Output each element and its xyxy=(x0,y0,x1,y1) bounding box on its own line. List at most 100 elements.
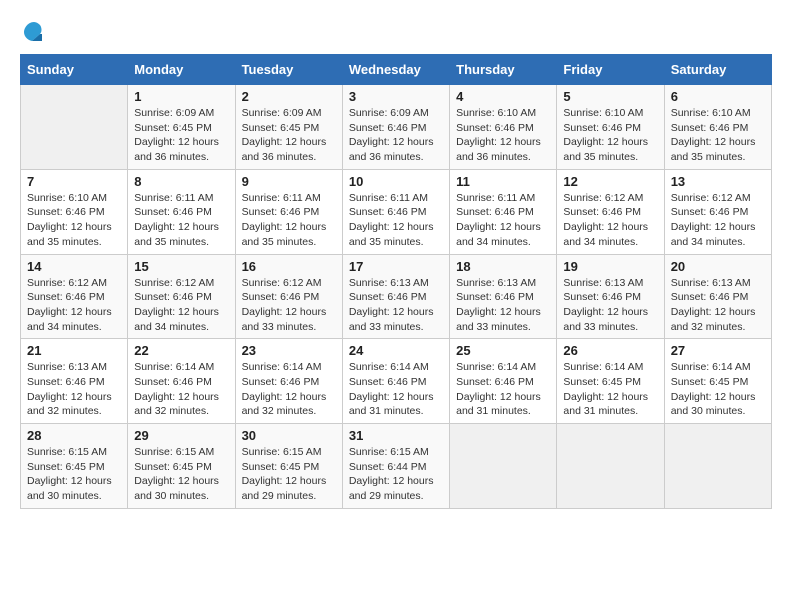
day-info: Sunrise: 6:15 AM Sunset: 6:45 PM Dayligh… xyxy=(27,445,121,504)
calendar-cell: 3 Sunrise: 6:09 AM Sunset: 6:46 PM Daylig… xyxy=(342,85,449,170)
calendar-cell: 11 Sunrise: 6:11 AM Sunset: 6:46 PM Dayli… xyxy=(450,169,557,254)
calendar-cell: 31 Sunrise: 6:15 AM Sunset: 6:44 PM Dayli… xyxy=(342,424,449,509)
day-info: Sunrise: 6:14 AM Sunset: 6:46 PM Dayligh… xyxy=(134,360,228,419)
day-info: Sunrise: 6:13 AM Sunset: 6:46 PM Dayligh… xyxy=(349,276,443,335)
day-info: Sunrise: 6:12 AM Sunset: 6:46 PM Dayligh… xyxy=(671,191,765,250)
calendar-cell: 20 Sunrise: 6:13 AM Sunset: 6:46 PM Dayli… xyxy=(664,254,771,339)
day-header-friday: Friday xyxy=(557,55,664,85)
calendar-cell: 9 Sunrise: 6:11 AM Sunset: 6:46 PM Daylig… xyxy=(235,169,342,254)
calendar-cell: 26 Sunrise: 6:14 AM Sunset: 6:45 PM Dayli… xyxy=(557,339,664,424)
day-info: Sunrise: 6:11 AM Sunset: 6:46 PM Dayligh… xyxy=(134,191,228,250)
calendar-cell: 25Sunrise: 6:14 AM Sunset: 6:46 PM Dayli… xyxy=(450,339,557,424)
calendar-cell: 12 Sunrise: 6:12 AM Sunset: 6:46 PM Dayli… xyxy=(557,169,664,254)
page-header xyxy=(20,20,772,44)
calendar-cell: 13 Sunrise: 6:12 AM Sunset: 6:46 PM Dayli… xyxy=(664,169,771,254)
day-info: Sunrise: 6:15 AM Sunset: 6:44 PM Dayligh… xyxy=(349,445,443,504)
day-info: Sunrise: 6:11 AM Sunset: 6:46 PM Dayligh… xyxy=(456,191,550,250)
calendar-cell: 23 Sunrise: 6:14 AM Sunset: 6:46 PM Dayli… xyxy=(235,339,342,424)
day-info: Sunrise: 6:10 AM Sunset: 6:46 PM Dayligh… xyxy=(456,106,550,165)
day-number: 21 xyxy=(27,343,121,358)
day-number: 20 xyxy=(671,259,765,274)
day-info: Sunrise: 6:14 AM Sunset: 6:46 PM Dayligh… xyxy=(242,360,336,419)
calendar-cell xyxy=(450,424,557,509)
day-number: 28 xyxy=(27,428,121,443)
day-number: 7 xyxy=(27,174,121,189)
day-info: Sunrise: 6:10 AM Sunset: 6:46 PM Dayligh… xyxy=(563,106,657,165)
day-number: 15 xyxy=(134,259,228,274)
day-header-saturday: Saturday xyxy=(664,55,771,85)
day-number: 31 xyxy=(349,428,443,443)
calendar-cell xyxy=(664,424,771,509)
day-number: 8 xyxy=(134,174,228,189)
day-number: 4 xyxy=(456,89,550,104)
calendar-cell: 6 Sunrise: 6:10 AM Sunset: 6:46 PM Daylig… xyxy=(664,85,771,170)
day-number: 19 xyxy=(563,259,657,274)
calendar-cell: 2 Sunrise: 6:09 AM Sunset: 6:45 PM Daylig… xyxy=(235,85,342,170)
calendar-cell: 21 Sunrise: 6:13 AM Sunset: 6:46 PM Dayli… xyxy=(21,339,128,424)
day-info: Sunrise: 6:13 AM Sunset: 6:46 PM Dayligh… xyxy=(456,276,550,335)
day-info: Sunrise: 6:10 AM Sunset: 6:46 PM Dayligh… xyxy=(671,106,765,165)
day-number: 2 xyxy=(242,89,336,104)
day-number: 26 xyxy=(563,343,657,358)
calendar-cell: 14Sunrise: 6:12 AM Sunset: 6:46 PM Dayli… xyxy=(21,254,128,339)
day-info: Sunrise: 6:12 AM Sunset: 6:46 PM Dayligh… xyxy=(242,276,336,335)
day-number: 18 xyxy=(456,259,550,274)
day-number: 30 xyxy=(242,428,336,443)
day-info: Sunrise: 6:13 AM Sunset: 6:46 PM Dayligh… xyxy=(671,276,765,335)
day-header-wednesday: Wednesday xyxy=(342,55,449,85)
day-info: Sunrise: 6:11 AM Sunset: 6:46 PM Dayligh… xyxy=(349,191,443,250)
day-header-monday: Monday xyxy=(128,55,235,85)
calendar-cell: 7 Sunrise: 6:10 AM Sunset: 6:46 PM Daylig… xyxy=(21,169,128,254)
calendar-cell xyxy=(557,424,664,509)
day-info: Sunrise: 6:14 AM Sunset: 6:45 PM Dayligh… xyxy=(671,360,765,419)
calendar-cell: 17 Sunrise: 6:13 AM Sunset: 6:46 PM Dayli… xyxy=(342,254,449,339)
calendar-cell: 5 Sunrise: 6:10 AM Sunset: 6:46 PM Daylig… xyxy=(557,85,664,170)
day-info: Sunrise: 6:10 AM Sunset: 6:46 PM Dayligh… xyxy=(27,191,121,250)
day-info: Sunrise: 6:14 AM Sunset: 6:45 PM Dayligh… xyxy=(563,360,657,419)
day-number: 3 xyxy=(349,89,443,104)
calendar-cell: 22 Sunrise: 6:14 AM Sunset: 6:46 PM Dayli… xyxy=(128,339,235,424)
day-info: Sunrise: 6:09 AM Sunset: 6:45 PM Dayligh… xyxy=(242,106,336,165)
day-number: 22 xyxy=(134,343,228,358)
day-info: Sunrise: 6:12 AM Sunset: 6:46 PM Dayligh… xyxy=(27,276,121,335)
day-number: 29 xyxy=(134,428,228,443)
calendar-cell: 15Sunrise: 6:12 AM Sunset: 6:46 PM Dayli… xyxy=(128,254,235,339)
day-number: 23 xyxy=(242,343,336,358)
day-number: 5 xyxy=(563,89,657,104)
calendar-cell: 28 Sunrise: 6:15 AM Sunset: 6:45 PM Dayli… xyxy=(21,424,128,509)
day-info: Sunrise: 6:14 AM Sunset: 6:46 PM Dayligh… xyxy=(349,360,443,419)
calendar-cell: 4 Sunrise: 6:10 AM Sunset: 6:46 PM Daylig… xyxy=(450,85,557,170)
calendar-cell: 19 Sunrise: 6:13 AM Sunset: 6:46 PM Dayli… xyxy=(557,254,664,339)
day-number: 24 xyxy=(349,343,443,358)
calendar-cell: 18 Sunrise: 6:13 AM Sunset: 6:46 PM Dayli… xyxy=(450,254,557,339)
day-number: 10 xyxy=(349,174,443,189)
day-info: Sunrise: 6:09 AM Sunset: 6:45 PM Dayligh… xyxy=(134,106,228,165)
day-number: 6 xyxy=(671,89,765,104)
day-header-sunday: Sunday xyxy=(21,55,128,85)
calendar-cell: 1 Sunrise: 6:09 AM Sunset: 6:45 PM Daylig… xyxy=(128,85,235,170)
calendar-cell: 27Sunrise: 6:14 AM Sunset: 6:45 PM Dayli… xyxy=(664,339,771,424)
day-number: 16 xyxy=(242,259,336,274)
day-info: Sunrise: 6:12 AM Sunset: 6:46 PM Dayligh… xyxy=(563,191,657,250)
day-info: Sunrise: 6:11 AM Sunset: 6:46 PM Dayligh… xyxy=(242,191,336,250)
day-info: Sunrise: 6:13 AM Sunset: 6:46 PM Dayligh… xyxy=(563,276,657,335)
day-info: Sunrise: 6:13 AM Sunset: 6:46 PM Dayligh… xyxy=(27,360,121,419)
calendar-cell: 30Sunrise: 6:15 AM Sunset: 6:45 PM Dayli… xyxy=(235,424,342,509)
day-number: 13 xyxy=(671,174,765,189)
day-info: Sunrise: 6:09 AM Sunset: 6:46 PM Dayligh… xyxy=(349,106,443,165)
day-number: 1 xyxy=(134,89,228,104)
logo-icon xyxy=(22,20,46,44)
calendar-cell: 29 Sunrise: 6:15 AM Sunset: 6:45 PM Dayli… xyxy=(128,424,235,509)
calendar-cell: 24 Sunrise: 6:14 AM Sunset: 6:46 PM Dayli… xyxy=(342,339,449,424)
day-header-thursday: Thursday xyxy=(450,55,557,85)
calendar-cell: 16 Sunrise: 6:12 AM Sunset: 6:46 PM Dayli… xyxy=(235,254,342,339)
day-info: Sunrise: 6:14 AM Sunset: 6:46 PM Dayligh… xyxy=(456,360,550,419)
day-number: 17 xyxy=(349,259,443,274)
day-info: Sunrise: 6:15 AM Sunset: 6:45 PM Dayligh… xyxy=(134,445,228,504)
calendar-cell: 10 Sunrise: 6:11 AM Sunset: 6:46 PM Dayli… xyxy=(342,169,449,254)
day-number: 12 xyxy=(563,174,657,189)
day-number: 11 xyxy=(456,174,550,189)
calendar-table: SundayMondayTuesdayWednesdayThursdayFrid… xyxy=(20,54,772,509)
calendar-cell: 8 Sunrise: 6:11 AM Sunset: 6:46 PM Daylig… xyxy=(128,169,235,254)
day-number: 9 xyxy=(242,174,336,189)
